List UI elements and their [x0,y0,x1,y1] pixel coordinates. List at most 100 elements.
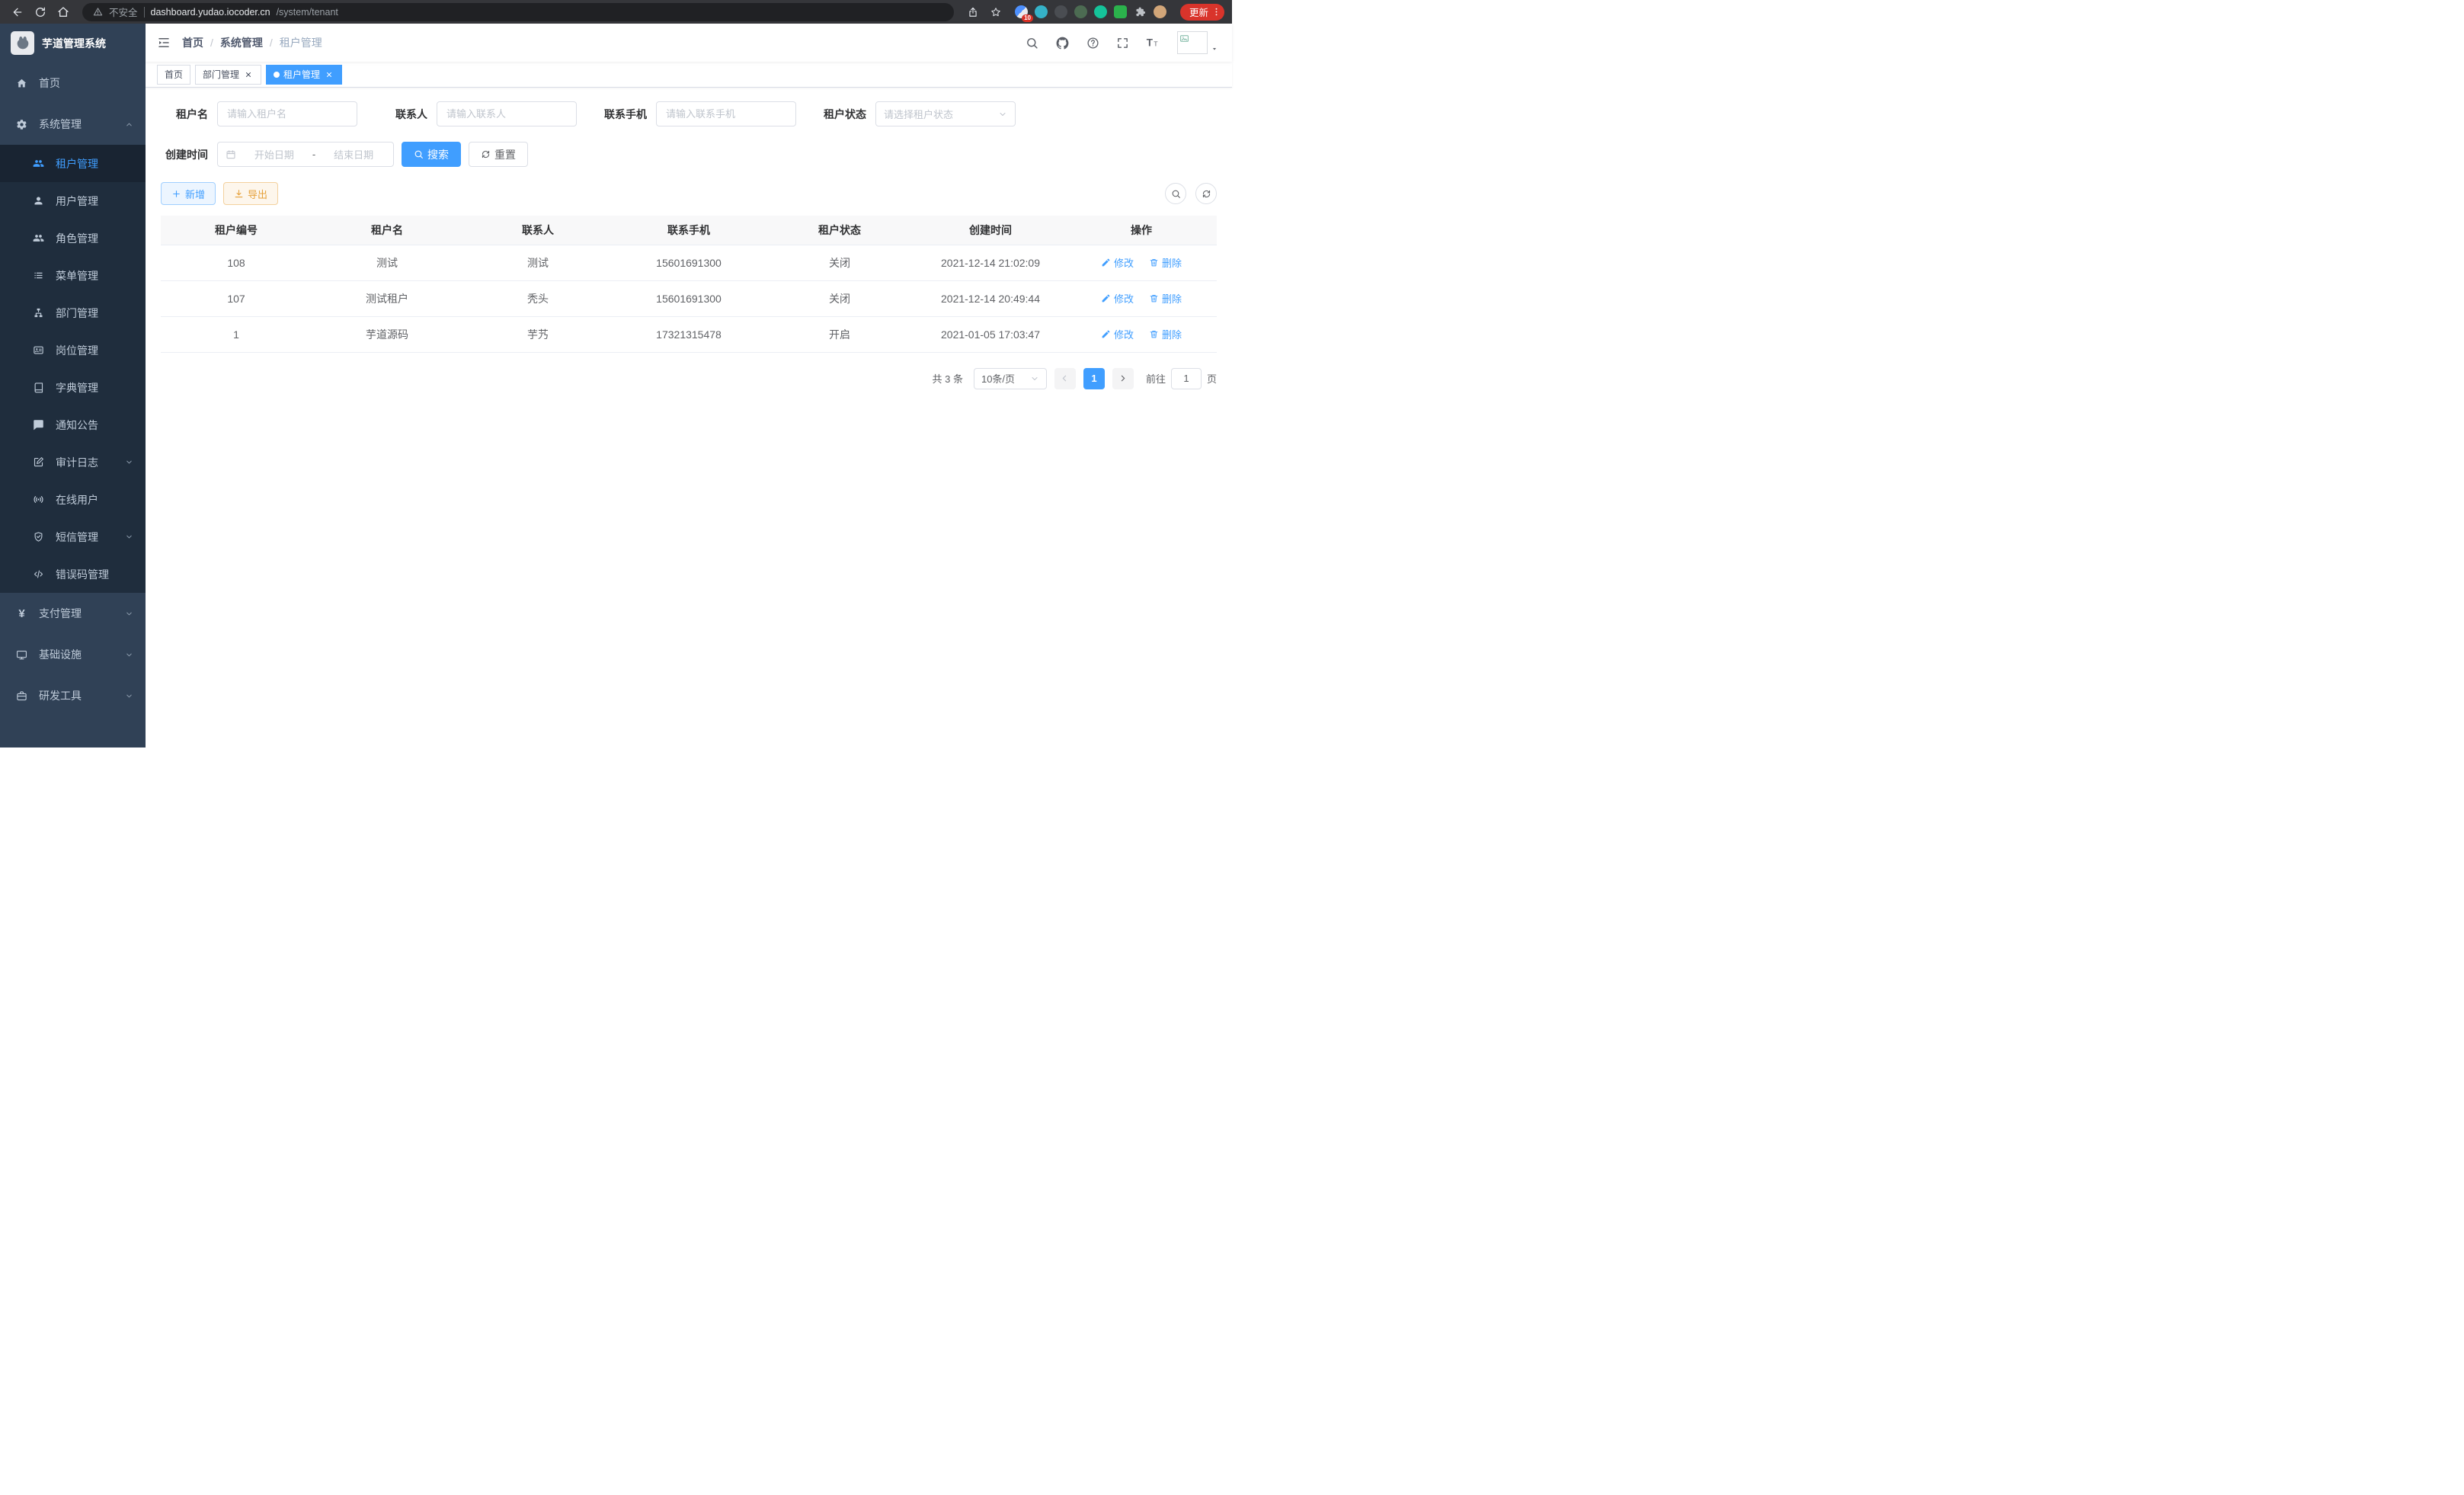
cell-actions: 修改 删除 [1066,316,1217,352]
sidebar-item-label: 菜单管理 [56,268,98,283]
sidebar-item-online-user[interactable]: 在线用户 [0,481,146,518]
pagination-total: 共 3 条 [933,371,963,386]
col-tenant-id: 租户编号 [161,216,312,245]
sidebar-item-role[interactable]: 角色管理 [0,219,146,257]
browser-back-button[interactable] [8,2,27,22]
status-select-placeholder: 请选择租户状态 [884,107,953,121]
sidebar-item-tenant[interactable]: 租户管理 [0,145,146,182]
tab-home[interactable]: 首页 [157,65,190,85]
bookmark-star-button[interactable] [986,2,1006,22]
extensions-puzzle-icon[interactable] [1134,5,1147,18]
extension-icon-4[interactable] [1074,5,1087,18]
date-range-picker[interactable]: 开始日期 - 结束日期 [217,142,394,167]
edit-link[interactable]: 修改 [1101,327,1134,341]
tags-view-bar: 首页 部门管理 租户管理 [146,62,1232,88]
table-row: 1 芋道源码 芋艿 17321315478 开启 2021-01-05 17:0… [161,316,1217,352]
share-button[interactable] [963,2,983,22]
goto-page-input[interactable] [1171,368,1202,389]
sidebar-item-label: 字典管理 [56,380,98,395]
page-number-1[interactable]: 1 [1083,368,1105,389]
col-tenant-name: 租户名 [312,216,462,245]
sidebar-item-label: 研发工具 [39,688,82,703]
sidebar-item-payment[interactable]: ¥ 支付管理 [0,593,146,634]
logo-row[interactable]: 芋道管理系统 [0,24,146,62]
user-avatar-menu[interactable] [1177,31,1218,54]
sidebar-item-post[interactable]: 岗位管理 [0,331,146,369]
reset-button[interactable]: 重置 [469,142,528,167]
edit-link[interactable]: 修改 [1101,291,1134,306]
calendar-icon [226,149,236,160]
tenant-table: 租户编号 租户名 联系人 联系手机 租户状态 创建时间 操作 108 测试 测试 [161,216,1217,353]
col-contact: 联系人 [462,216,613,245]
table-toolbar: 新增 导出 [161,182,1217,205]
sidebar-item-infra[interactable]: 基础设施 [0,634,146,675]
cell-status: 开启 [764,316,915,352]
tab-dept[interactable]: 部门管理 [195,65,261,85]
sidebar-item-sms[interactable]: 短信管理 [0,518,146,555]
code-icon [32,568,45,580]
edit-link[interactable]: 修改 [1101,255,1134,270]
address-bar[interactable]: 不安全 dashboard.yudao.iocoder.cn/system/te… [82,3,954,21]
sidebar-item-user[interactable]: 用户管理 [0,182,146,219]
page-size-select[interactable]: 10条/页 [974,368,1047,389]
search-button-label: 搜索 [427,147,449,162]
sidebar-item-devtools[interactable]: 研发工具 [0,675,146,716]
tab-tenant[interactable]: 租户管理 [266,65,342,85]
contact-input[interactable] [437,101,577,126]
search-button[interactable]: 搜索 [402,142,461,167]
browser-home-button[interactable] [53,2,73,22]
font-size-icon[interactable] [1146,36,1160,50]
prev-page-button[interactable] [1054,368,1076,389]
navbar-actions [1026,31,1232,54]
yen-icon: ¥ [15,607,28,620]
sidebar-item-dict[interactable]: 字典管理 [0,369,146,406]
sidebar-item-menu[interactable]: 菜单管理 [0,257,146,294]
github-icon[interactable] [1055,36,1070,50]
browser-menu-icon[interactable] [1211,7,1221,17]
table-row: 107 测试租户 秃头 15601691300 关闭 2021-12-14 20… [161,280,1217,316]
profile-avatar-icon[interactable] [1154,5,1166,18]
refresh-table-button[interactable] [1195,183,1217,204]
sidebar-item-label: 首页 [39,75,60,91]
browser-reload-button[interactable] [30,2,50,22]
status-select[interactable]: 请选择租户状态 [875,101,1016,126]
create-time-label: 创建时间 [161,147,208,162]
filter-status: 租户状态 请选择租户状态 [819,101,1016,126]
delete-link[interactable]: 删除 [1149,291,1182,306]
extension-icon-5[interactable] [1094,5,1107,18]
sidebar-item-system[interactable]: 系统管理 [0,104,146,145]
close-icon[interactable] [324,69,334,80]
sidebar-item-notice[interactable]: 通知公告 [0,406,146,443]
phone-input[interactable] [656,101,796,126]
cell-actions: 修改 删除 [1066,245,1217,280]
pagination-goto: 前往 页 [1146,368,1217,389]
delete-link[interactable]: 删除 [1149,255,1182,270]
goto-unit-label: 页 [1207,371,1217,386]
browser-update-button[interactable]: 更新 [1180,4,1224,21]
header-search-icon[interactable] [1026,37,1038,50]
close-icon[interactable] [243,69,254,80]
sidebar-toggle-button[interactable] [146,24,182,62]
extension-icon-1[interactable]: 10 [1015,5,1028,18]
extension-icon-2[interactable] [1035,5,1048,18]
url-host: dashboard.yudao.iocoder.cn [151,7,270,18]
gear-icon [15,119,28,130]
add-button[interactable]: 新增 [161,182,216,205]
tenant-name-input[interactable] [217,101,357,126]
edit-document-icon [32,456,45,468]
fullscreen-icon[interactable] [1116,37,1129,50]
extension-icon-3[interactable] [1054,5,1067,18]
sidebar-item-audit-log[interactable]: 审计日志 [0,443,146,481]
delete-link[interactable]: 删除 [1149,327,1182,341]
sidebar-item-dept[interactable]: 部门管理 [0,294,146,331]
sidebar-item-error-code[interactable]: 错误码管理 [0,555,146,593]
toggle-search-button[interactable] [1165,183,1186,204]
export-button[interactable]: 导出 [223,182,278,205]
help-icon[interactable] [1086,37,1099,50]
extension-icon-6[interactable] [1114,5,1127,18]
breadcrumb-home[interactable]: 首页 [182,35,203,50]
sidebar-item-home[interactable]: 首页 [0,62,146,104]
next-page-button[interactable] [1112,368,1134,389]
list-icon [32,270,45,281]
extension-badge: 10 [1022,14,1033,22]
